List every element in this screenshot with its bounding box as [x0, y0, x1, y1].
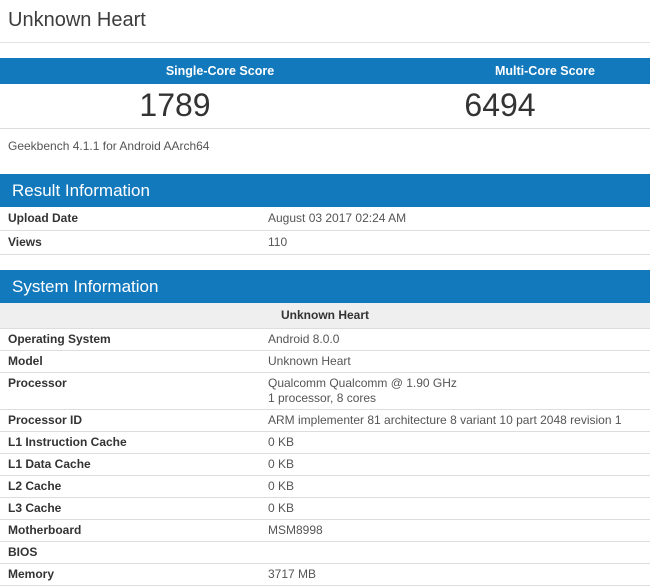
table-row: Processor Qualcomm Qualcomm @ 1.90 GHz 1… — [0, 372, 650, 410]
result-information-table: Upload Date August 03 2017 02:24 AM View… — [0, 207, 650, 255]
row-value: MSM8998 — [260, 519, 650, 542]
row-value: August 03 2017 02:24 AM — [260, 207, 650, 231]
row-value: 0 KB — [260, 475, 650, 498]
system-information-table: Unknown Heart Operating System Android 8… — [0, 303, 650, 586]
row-label: L1 Data Cache — [0, 453, 260, 476]
benchmark-version-note: Geekbench 4.1.1 for Android AArch64 — [8, 139, 210, 153]
row-value: Unknown Heart — [260, 350, 650, 373]
table-row: L2 Cache 0 KB — [0, 475, 650, 498]
row-label: Upload Date — [0, 207, 260, 231]
row-label: Processor ID — [0, 409, 260, 432]
system-information-header: System Information — [0, 270, 650, 303]
table-row: Operating System Android 8.0.0 — [0, 328, 650, 351]
table-row: L3 Cache 0 KB — [0, 497, 650, 520]
score-banner: Single-Core Score Multi-Core Score 1789 … — [0, 58, 650, 129]
row-label: L3 Cache — [0, 497, 260, 520]
row-value: 3717 MB — [260, 563, 650, 586]
system-device-name: Unknown Heart — [0, 303, 650, 329]
table-row: Upload Date August 03 2017 02:24 AM — [0, 207, 650, 231]
multi-core-score-header: Multi-Core Score — [325, 58, 650, 84]
table-row: Processor ID ARM implementer 81 architec… — [0, 409, 650, 432]
row-label: BIOS — [0, 541, 260, 564]
row-value: 0 KB — [260, 431, 650, 454]
row-value: Qualcomm Qualcomm @ 1.90 GHz 1 processor… — [260, 372, 650, 410]
table-row: Views 110 — [0, 230, 650, 255]
table-row: Memory 3717 MB — [0, 563, 650, 586]
processor-name: Qualcomm Qualcomm @ 1.90 GHz — [268, 376, 457, 390]
row-label: Model — [0, 350, 260, 373]
single-core-score-value: 1789 — [0, 84, 325, 129]
processor-topology: 1 processor, 8 cores — [268, 391, 377, 405]
row-value: 0 KB — [260, 453, 650, 476]
row-value: ARM implementer 81 architecture 8 varian… — [260, 409, 650, 432]
single-core-score-header: Single-Core Score — [0, 58, 325, 84]
page-title: Unknown Heart — [8, 9, 146, 31]
table-row: L1 Data Cache 0 KB — [0, 453, 650, 476]
row-value: Android 8.0.0 — [260, 328, 650, 351]
row-value — [260, 541, 650, 564]
row-label: Views — [0, 230, 260, 255]
result-information-header: Result Information — [0, 174, 650, 207]
table-row: Unknown Heart — [0, 303, 650, 329]
row-value: 0 KB — [260, 497, 650, 520]
row-label: Memory — [0, 563, 260, 586]
row-label: L2 Cache — [0, 475, 260, 498]
row-label: Operating System — [0, 328, 260, 351]
row-label: L1 Instruction Cache — [0, 431, 260, 454]
row-label: Motherboard — [0, 519, 260, 542]
table-row: Model Unknown Heart — [0, 350, 650, 373]
row-value: 110 — [260, 230, 650, 255]
table-row: L1 Instruction Cache 0 KB — [0, 431, 650, 454]
page-header: Unknown Heart — [0, 0, 650, 43]
row-label: Processor — [0, 372, 260, 410]
multi-core-score-value: 6494 — [325, 84, 650, 129]
table-row: BIOS — [0, 541, 650, 564]
table-row: Motherboard MSM8998 — [0, 519, 650, 542]
